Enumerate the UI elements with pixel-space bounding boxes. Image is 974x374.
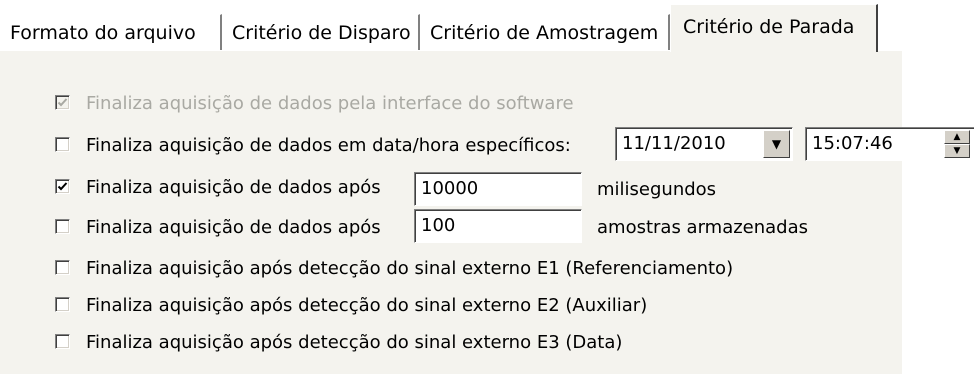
signal-e2-label: Finaliza aquisição após detecção do sina… xyxy=(86,295,648,316)
signal-e3-checkbox[interactable] xyxy=(55,334,70,349)
after-ms-label: Finaliza aquisição de dados após xyxy=(86,177,381,198)
datetime-checkbox[interactable] xyxy=(55,137,70,152)
check-icon xyxy=(57,98,68,107)
tab-panel-criterio-de-parada: Finaliza aquisição de dados pela interfa… xyxy=(0,51,974,374)
tab-formato-do-arquivo[interactable]: Formato do arquivo xyxy=(0,14,222,51)
check-icon xyxy=(57,182,68,191)
tab-label: Critério de Parada xyxy=(683,16,855,38)
datetime-label: Finaliza aquisição de dados em data/hora… xyxy=(86,135,571,156)
after-ms-checkbox[interactable] xyxy=(55,179,70,194)
option-signal-e1: Finaliza aquisição após detecção do sina… xyxy=(0,254,900,284)
option-signal-e3: Finaliza aquisição após detecção do sina… xyxy=(0,328,900,358)
signal-e3-label: Finaliza aquisição após detecção do sina… xyxy=(86,332,623,353)
tab-strip: Formato do arquivo Critério de Disparo C… xyxy=(0,0,974,52)
software-interface-checkbox[interactable] xyxy=(55,95,70,110)
after-ms-value: 10000 xyxy=(421,178,479,199)
after-samples-value: 100 xyxy=(421,215,456,236)
after-samples-input[interactable]: 100 xyxy=(414,209,582,243)
tab-criterio-de-parada[interactable]: Critério de Parada xyxy=(670,4,878,52)
chevron-down-icon: ▼ xyxy=(771,137,782,151)
tab-criterio-de-amostragem[interactable]: Critério de Amostragem xyxy=(420,14,670,51)
after-ms-unit: milisegundos xyxy=(597,179,717,200)
spin-up-icon[interactable]: ▲ xyxy=(944,130,970,144)
signal-e1-label: Finaliza aquisição após detecção do sina… xyxy=(86,258,734,279)
option-signal-e2: Finaliza aquisição após detecção do sina… xyxy=(0,291,900,321)
tab-label: Critério de Amostragem xyxy=(430,22,659,44)
date-dropdown-button[interactable]: ▼ xyxy=(763,130,790,158)
software-interface-label: Finaliza aquisição de dados pela interfa… xyxy=(86,93,574,114)
stop-criteria-dialog: Formato do arquivo Critério de Disparo C… xyxy=(0,0,974,374)
tab-criterio-de-disparo[interactable]: Critério de Disparo xyxy=(222,14,420,51)
tab-label: Formato do arquivo xyxy=(10,22,196,44)
after-samples-unit: amostras armazenadas xyxy=(597,217,809,238)
after-samples-label: Finaliza aquisição de dados após xyxy=(86,217,381,238)
date-value: 11/11/2010 xyxy=(622,133,726,154)
time-value: 15:07:46 xyxy=(812,133,893,154)
after-ms-input[interactable]: 10000 xyxy=(414,172,582,206)
tab-label: Critério de Disparo xyxy=(232,22,411,44)
after-samples-checkbox[interactable] xyxy=(55,219,70,234)
signal-e2-checkbox[interactable] xyxy=(55,297,70,312)
signal-e1-checkbox[interactable] xyxy=(55,260,70,275)
spin-down-icon[interactable]: ▼ xyxy=(944,144,970,158)
time-spinner[interactable]: ▲ ▼ xyxy=(944,130,970,158)
option-software-interface: Finaliza aquisição de dados pela interfa… xyxy=(0,89,900,119)
